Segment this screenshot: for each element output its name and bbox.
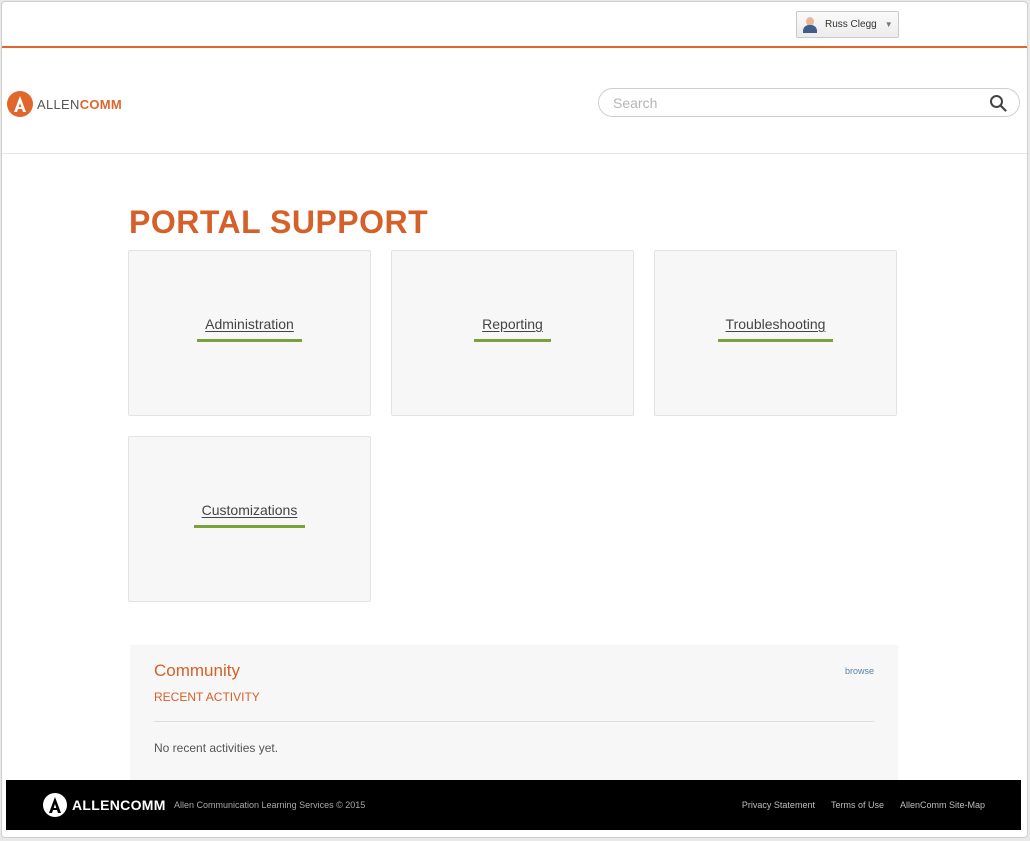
user-menu-button[interactable]: Russ Clegg ▼ bbox=[796, 11, 899, 38]
search-input[interactable] bbox=[613, 93, 973, 113]
allencomm-logo-icon bbox=[7, 91, 33, 117]
footer-brand: ALLENCOMM bbox=[72, 797, 166, 813]
footer-logo[interactable]: ALLENCOMM bbox=[42, 792, 166, 818]
card-link-administration[interactable]: Administration bbox=[197, 316, 302, 342]
avatar bbox=[803, 16, 817, 33]
footer-links: Privacy Statement Terms of Use AllenComm… bbox=[742, 800, 985, 810]
community-panel: Community RECENT ACTIVITY browse No rece… bbox=[130, 645, 898, 782]
recent-activity-heading: RECENT ACTIVITY bbox=[154, 690, 260, 704]
logo-text: ALLENCOMM bbox=[37, 96, 123, 112]
allencomm-footer-logo-icon bbox=[43, 793, 67, 817]
card-link-customizations[interactable]: Customizations bbox=[193, 502, 306, 528]
card-customizations[interactable]: Customizations bbox=[128, 436, 371, 602]
card-link-reporting[interactable]: Reporting bbox=[474, 316, 551, 342]
user-name: Russ Clegg bbox=[825, 19, 877, 30]
user-bar: Russ Clegg ▼ bbox=[2, 2, 1027, 48]
privacy-statement-link[interactable]: Privacy Statement bbox=[742, 800, 815, 810]
browse-link[interactable]: browse bbox=[845, 666, 874, 676]
search-box bbox=[598, 88, 1020, 117]
card-troubleshooting[interactable]: Troubleshooting bbox=[654, 250, 897, 416]
terms-of-use-link[interactable]: Terms of Use bbox=[831, 800, 884, 810]
empty-activity-text: No recent activities yet. bbox=[154, 741, 279, 755]
card-link-troubleshooting[interactable]: Troubleshooting bbox=[717, 316, 834, 342]
search-icon[interactable] bbox=[989, 94, 1007, 112]
page-frame: Russ Clegg ▼ ALLENCOMM PORTAL SUPPORT Ad… bbox=[1, 1, 1028, 838]
site-header: ALLENCOMM bbox=[2, 50, 1027, 154]
caret-down-icon: ▼ bbox=[884, 20, 893, 29]
allencomm-logo[interactable]: ALLENCOMM bbox=[6, 90, 122, 118]
page-title: PORTAL SUPPORT bbox=[129, 204, 429, 240]
site-footer: ALLENCOMM Allen Communication Learning S… bbox=[6, 780, 1021, 830]
card-reporting[interactable]: Reporting bbox=[391, 250, 634, 416]
divider bbox=[154, 721, 874, 722]
footer-copyright: Allen Communication Learning Services © … bbox=[174, 800, 366, 810]
site-map-link[interactable]: AllenComm Site-Map bbox=[900, 800, 985, 810]
card-administration[interactable]: Administration bbox=[128, 250, 371, 416]
community-title[interactable]: Community bbox=[154, 661, 240, 681]
